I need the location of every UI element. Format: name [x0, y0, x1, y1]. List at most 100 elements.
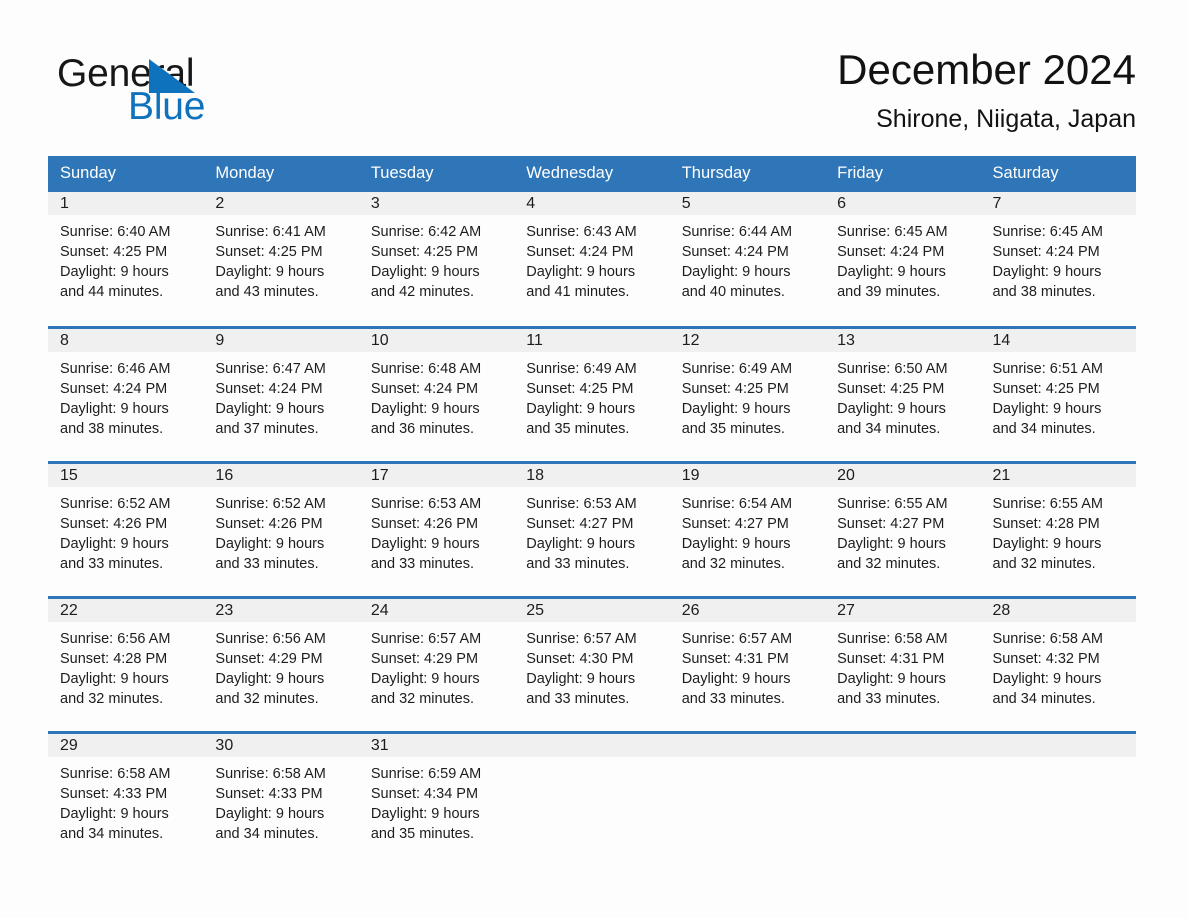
day-cell[interactable]: 25 Sunrise: 6:57 AM Sunset: 4:30 PM Dayl…	[514, 595, 670, 732]
day-cell[interactable]: 5 Sunrise: 6:44 AM Sunset: 4:24 PM Dayli…	[669, 192, 826, 327]
day-cell[interactable]: 19 Sunrise: 6:54 AM Sunset: 4:27 PM Dayl…	[669, 460, 826, 597]
daylight-text-line2: and 41 minutes.	[526, 284, 630, 300]
day-cell[interactable]: 8 Sunrise: 6:46 AM Sunset: 4:24 PM Dayli…	[48, 325, 204, 462]
day-cell[interactable]: 24 Sunrise: 6:57 AM Sunset: 4:29 PM Dayl…	[358, 595, 515, 732]
sunset-text: Sunset: 4:26 PM	[370, 515, 479, 532]
daylight-text-line2: and 34 minutes.	[992, 420, 1096, 437]
daylight-text-line2: and 35 minutes.	[526, 420, 630, 437]
sunrise-sunset-calendar: Sunday Monday Tuesday Wednesday Thursday…	[48, 156, 1136, 867]
daylight-text-line2: and 32 minutes.	[370, 690, 475, 707]
sunset-text: Sunset: 4:24 PM	[681, 244, 789, 260]
day-cell[interactable]: 17 Sunrise: 6:53 AM Sunset: 4:26 PM Dayl…	[358, 460, 515, 597]
day-details: Sunrise: 6:52 AM Sunset: 4:26 PM Dayligh…	[48, 487, 203, 574]
sunrise-text: Sunrise: 6:51 AM	[992, 360, 1103, 377]
daylight-text-line1: Daylight: 9 hours	[681, 400, 791, 417]
day-cell[interactable]: 21 Sunrise: 6:55 AM Sunset: 4:28 PM Dayl…	[980, 460, 1136, 597]
day-details: Sunrise: 6:59 AM Sunset: 4:34 PM Dayligh…	[359, 757, 514, 844]
sunrise-text: Sunrise: 6:42 AM	[370, 224, 482, 240]
sunset-text: Sunset: 4:24 PM	[526, 244, 634, 260]
sunrise-text: Sunrise: 6:41 AM	[215, 224, 326, 240]
daylight-text-line1: Daylight: 9 hours	[215, 400, 325, 417]
day-details: Sunrise: 6:52 AM Sunset: 4:26 PM Dayligh…	[203, 487, 358, 574]
day-cell[interactable]: 31 Sunrise: 6:59 AM Sunset: 4:34 PM Dayl…	[358, 730, 515, 867]
daylight-text-line1: Daylight: 9 hours	[370, 670, 480, 687]
day-number: 21	[980, 463, 1136, 487]
sunrise-text: Sunrise: 6:57 AM	[681, 630, 793, 647]
day-details	[514, 757, 669, 764]
daylight-text-line1: Daylight: 9 hours	[681, 535, 791, 552]
day-number: 13	[825, 328, 981, 352]
sunrise-text: Sunrise: 6:47 AM	[215, 360, 326, 377]
sunrise-text: Sunrise: 6:58 AM	[60, 765, 171, 782]
daylight-text-line1: Daylight: 9 hours	[992, 670, 1102, 687]
daylight-text-line1: Daylight: 9 hours	[992, 535, 1102, 552]
day-cell[interactable]: 29 Sunrise: 6:58 AM Sunset: 4:33 PM Dayl…	[48, 730, 204, 867]
day-number: 6	[825, 192, 981, 215]
day-cell[interactable]: 4 Sunrise: 6:43 AM Sunset: 4:24 PM Dayli…	[514, 192, 670, 327]
day-cell[interactable]: 23 Sunrise: 6:56 AM Sunset: 4:29 PM Dayl…	[203, 595, 359, 732]
title-block: December 2024 Shirone, Niigata, Japan	[837, 44, 1136, 136]
day-cell[interactable]: 20 Sunrise: 6:55 AM Sunset: 4:27 PM Dayl…	[825, 460, 981, 597]
day-number: 20	[825, 463, 981, 487]
sunset-text: Sunset: 4:33 PM	[215, 785, 323, 802]
day-number: 9	[203, 328, 359, 352]
sunset-text: Sunset: 4:30 PM	[526, 650, 634, 667]
sunset-text: Sunset: 4:25 PM	[215, 244, 323, 260]
day-number: 15	[48, 463, 204, 487]
day-cell[interactable]: 27 Sunrise: 6:58 AM Sunset: 4:31 PM Dayl…	[825, 595, 981, 732]
day-cell[interactable]: 2 Sunrise: 6:41 AM Sunset: 4:25 PM Dayli…	[203, 192, 359, 327]
sunset-text: Sunset: 4:25 PM	[526, 380, 634, 397]
day-cell[interactable]: 12 Sunrise: 6:49 AM Sunset: 4:25 PM Dayl…	[669, 325, 826, 462]
day-cell[interactable]: 3 Sunrise: 6:42 AM Sunset: 4:25 PM Dayli…	[358, 192, 515, 327]
sunrise-text: Sunrise: 6:57 AM	[526, 630, 637, 647]
day-cell-empty	[669, 730, 826, 867]
daylight-text-line1: Daylight: 9 hours	[60, 670, 169, 687]
day-details: Sunrise: 6:43 AM Sunset: 4:24 PM Dayligh…	[514, 215, 669, 302]
day-number: 8	[48, 328, 204, 352]
daylight-text-line2: and 39 minutes.	[837, 284, 941, 300]
sunrise-text: Sunrise: 6:43 AM	[526, 224, 637, 240]
daylight-text-line1: Daylight: 9 hours	[370, 400, 480, 417]
day-details: Sunrise: 6:56 AM Sunset: 4:28 PM Dayligh…	[48, 622, 203, 709]
day-cell[interactable]: 6 Sunrise: 6:45 AM Sunset: 4:24 PM Dayli…	[825, 192, 981, 327]
day-number: 30	[203, 733, 359, 757]
day-cell[interactable]: 15 Sunrise: 6:52 AM Sunset: 4:26 PM Dayl…	[48, 460, 204, 597]
day-cell[interactable]: 1 Sunrise: 6:40 AM Sunset: 4:25 PM Dayli…	[48, 192, 204, 327]
daylight-text-line1: Daylight: 9 hours	[370, 805, 480, 822]
day-details: Sunrise: 6:46 AM Sunset: 4:24 PM Dayligh…	[48, 352, 203, 439]
daylight-text-line1: Daylight: 9 hours	[526, 535, 636, 552]
day-cell[interactable]: 22 Sunrise: 6:56 AM Sunset: 4:28 PM Dayl…	[48, 595, 204, 732]
day-cell[interactable]: 30 Sunrise: 6:58 AM Sunset: 4:33 PM Dayl…	[203, 730, 359, 867]
daylight-text-line2: and 34 minutes.	[992, 690, 1096, 707]
day-details	[825, 757, 980, 764]
day-cell[interactable]: 9 Sunrise: 6:47 AM Sunset: 4:24 PM Dayli…	[203, 325, 359, 462]
day-number: 11	[514, 328, 670, 352]
day-number: 19	[669, 463, 826, 487]
day-details: Sunrise: 6:45 AM Sunset: 4:24 PM Dayligh…	[981, 215, 1136, 302]
day-cell[interactable]: 10 Sunrise: 6:48 AM Sunset: 4:24 PM Dayl…	[358, 325, 515, 462]
sunrise-text: Sunrise: 6:58 AM	[215, 765, 326, 782]
day-cell[interactable]: 13 Sunrise: 6:50 AM Sunset: 4:25 PM Dayl…	[825, 325, 981, 462]
sunset-text: Sunset: 4:24 PM	[992, 244, 1100, 260]
day-cell[interactable]: 16 Sunrise: 6:52 AM Sunset: 4:26 PM Dayl…	[203, 460, 359, 597]
daylight-text-line2: and 34 minutes.	[60, 825, 164, 842]
day-cell[interactable]: 18 Sunrise: 6:53 AM Sunset: 4:27 PM Dayl…	[514, 460, 670, 597]
day-cell[interactable]: 7 Sunrise: 6:45 AM Sunset: 4:24 PM Dayli…	[980, 192, 1136, 327]
brand-logo[interactable]: General Blue	[57, 52, 357, 132]
day-details	[981, 757, 1136, 764]
sunrise-text: Sunrise: 6:58 AM	[837, 630, 948, 647]
daylight-text-line2: and 37 minutes.	[215, 420, 319, 437]
day-cell[interactable]: 11 Sunrise: 6:49 AM Sunset: 4:25 PM Dayl…	[514, 325, 670, 462]
daylight-text-line1: Daylight: 9 hours	[370, 535, 480, 552]
sunrise-text: Sunrise: 6:56 AM	[60, 630, 171, 647]
daylight-text-line1: Daylight: 9 hours	[215, 805, 325, 822]
day-details: Sunrise: 6:51 AM Sunset: 4:25 PM Dayligh…	[981, 352, 1136, 439]
day-cell-empty	[825, 730, 981, 867]
day-cell[interactable]: 14 Sunrise: 6:51 AM Sunset: 4:25 PM Dayl…	[980, 325, 1136, 462]
day-cell[interactable]: 28 Sunrise: 6:58 AM Sunset: 4:32 PM Dayl…	[980, 595, 1136, 732]
sunrise-text: Sunrise: 6:53 AM	[370, 495, 482, 512]
daylight-text-line2: and 35 minutes.	[681, 420, 785, 437]
daylight-text-line1: Daylight: 9 hours	[837, 400, 946, 417]
day-cell[interactable]: 26 Sunrise: 6:57 AM Sunset: 4:31 PM Dayl…	[669, 595, 826, 732]
weekday-header-thursday: Thursday	[669, 156, 826, 192]
